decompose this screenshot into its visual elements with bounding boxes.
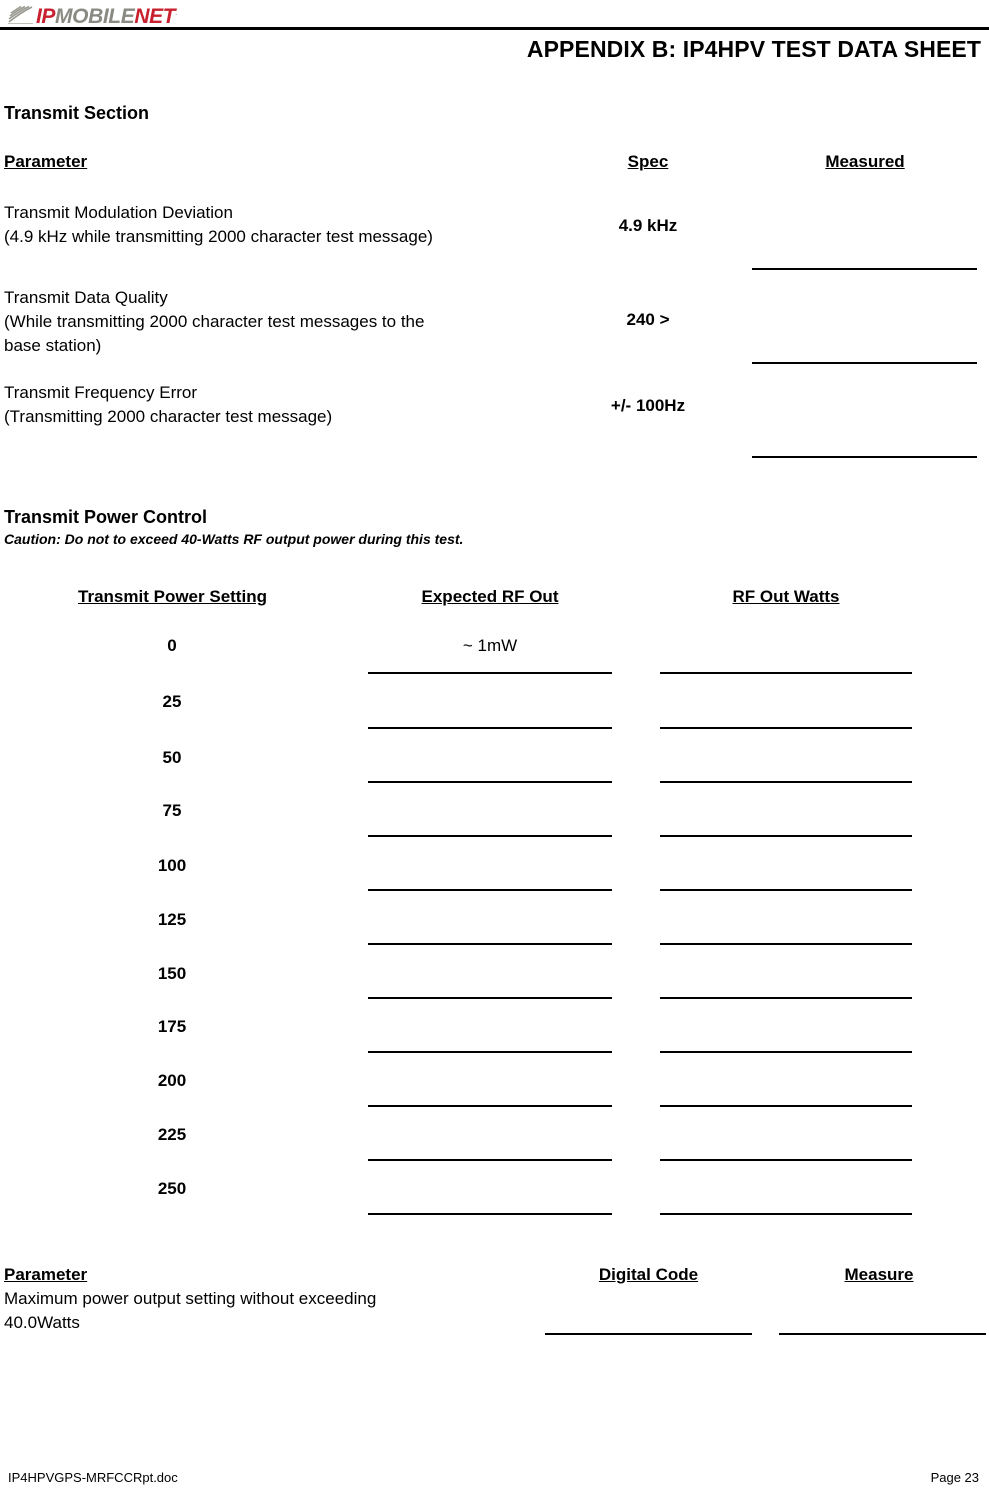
rf-out-watts-blank[interactable] (660, 672, 912, 674)
col-header-measured: Measured (825, 152, 905, 171)
max-power-col-header-parameter: Parameter (4, 1265, 88, 1284)
expected-rf-out-blank[interactable] (368, 943, 612, 945)
logo-text-net: NET (134, 4, 176, 28)
expected-rf-out-blank[interactable] (368, 889, 612, 891)
col-header-transmit-power-setting: Transmit Power Setting (78, 587, 267, 606)
rf-out-watts-blank[interactable] (660, 943, 912, 945)
power-setting-value: 225 (157, 1125, 187, 1144)
power-setting-value: 75 (162, 801, 182, 820)
rf-out-watts-blank[interactable] (660, 997, 912, 999)
expected-rf-out-blank[interactable] (368, 781, 612, 783)
header-divider (0, 27, 989, 30)
power-setting-value: 200 (157, 1071, 187, 1090)
col-header-rf-out-watts: RF Out Watts (732, 587, 840, 606)
document-page: IPMOBILENET. APPENDIX B: IP4HPV TEST DAT… (0, 0, 989, 1501)
col-header-expected-rf-out: Expected RF Out (421, 587, 559, 606)
logo-swoosh-icon (8, 5, 34, 24)
expected-rf-out-blank[interactable] (368, 1105, 612, 1107)
rf-out-watts-blank[interactable] (660, 1051, 912, 1053)
max-power-description: Maximum power output setting without exc… (4, 1289, 377, 1332)
expected-rf-out-blank[interactable] (368, 835, 612, 837)
power-control-heading: Transmit Power Control (4, 507, 208, 527)
rf-out-watts-blank[interactable] (660, 1159, 912, 1161)
expected-rf-out-blank[interactable] (368, 727, 612, 729)
logo-text-ip: IP (36, 4, 56, 28)
max-power-col-header-digital-code: Digital Code (598, 1265, 699, 1284)
company-logo: IPMOBILENET. (8, 2, 177, 27)
rf-out-watts-blank[interactable] (660, 889, 912, 891)
transmit-row-measured-blank[interactable] (752, 456, 977, 458)
rf-out-watts-blank[interactable] (660, 1105, 912, 1107)
max-power-digital-code-blank[interactable] (545, 1333, 752, 1335)
rf-out-watts-blank[interactable] (660, 1213, 912, 1215)
logo-wordmark: IPMOBILENET. (36, 2, 177, 27)
transmit-row-measured-blank[interactable] (752, 268, 977, 270)
rf-out-watts-blank[interactable] (660, 727, 912, 729)
logo-text-mobile: MOBILE (55, 4, 135, 28)
transmit-row-spec: 4.9 kHz (618, 216, 678, 235)
power-setting-value: 25 (162, 692, 182, 711)
transmit-row-measured-blank[interactable] (752, 362, 977, 364)
transmit-row-spec: +/- 100Hz (610, 396, 686, 415)
footer-document-name: IP4HPVGPS-MRFCCRpt.doc (8, 1470, 178, 1485)
expected-rf-out-blank[interactable] (368, 1213, 612, 1215)
expected-rf-out-value: ~ 1mW (462, 636, 518, 655)
col-header-spec: Spec (627, 152, 669, 171)
transmit-row-parameter: Transmit Data Quality (While transmittin… (4, 288, 425, 355)
logo-trademark: . (175, 7, 177, 17)
power-setting-value: 50 (162, 748, 182, 767)
expected-rf-out-blank[interactable] (368, 1051, 612, 1053)
power-setting-value: 100 (157, 856, 187, 875)
expected-rf-out-blank[interactable] (368, 672, 612, 674)
page-title: APPENDIX B: IP4HPV TEST DATA SHEET (526, 36, 981, 62)
power-setting-value: 150 (157, 964, 187, 983)
transmit-row-parameter: Transmit Modulation Deviation (4.9 kHz w… (4, 203, 433, 246)
rf-out-watts-blank[interactable] (660, 781, 912, 783)
col-header-parameter: Parameter (4, 152, 88, 171)
transmit-section-heading: Transmit Section (4, 103, 150, 123)
power-setting-value: 175 (157, 1017, 187, 1036)
max-power-col-header-measure: Measure (844, 1265, 914, 1284)
power-setting-value: 250 (157, 1179, 187, 1198)
power-setting-value: 0 (167, 636, 177, 655)
expected-rf-out-blank[interactable] (368, 997, 612, 999)
power-setting-value: 125 (157, 910, 187, 929)
max-power-measure-blank[interactable] (779, 1333, 986, 1335)
rf-out-watts-blank[interactable] (660, 835, 912, 837)
power-control-caution: Caution: Do not to exceed 40-Watts RF ou… (4, 531, 464, 547)
transmit-row-parameter: Transmit Frequency Error (Transmitting 2… (4, 383, 333, 426)
transmit-row-spec: 240 > (626, 310, 670, 329)
expected-rf-out-blank[interactable] (368, 1159, 612, 1161)
footer-page-number: Page 23 (930, 1470, 979, 1485)
